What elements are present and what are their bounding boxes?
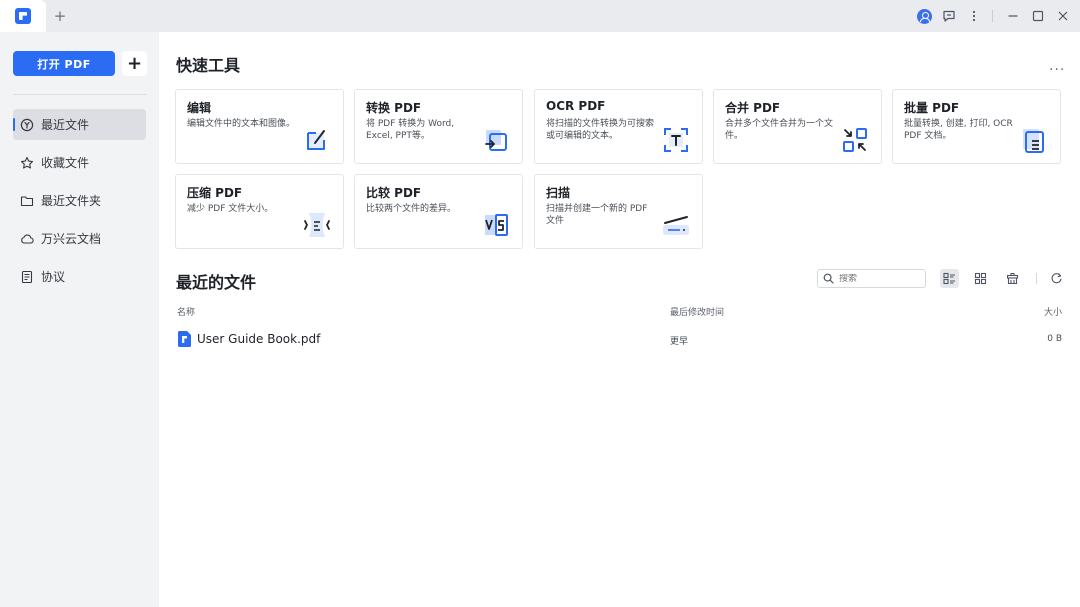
refresh-button[interactable] [1047, 269, 1066, 288]
sidebar-item-label: 协议 [41, 270, 66, 284]
card-title: 扫描 [546, 186, 571, 200]
convert-icon [485, 130, 507, 151]
app-logo-icon [15, 8, 31, 24]
column-header-size[interactable]: 大小 [1044, 305, 1062, 318]
search-icon [823, 273, 834, 284]
card-title: 批量 PDF [904, 101, 960, 115]
sidebar-item-label: 最近文件 [41, 118, 90, 132]
card-description: 批量转换, 创建, 打印, OCR PDF 文档。 [904, 119, 1013, 141]
compare-icon [485, 214, 508, 236]
card-description: 将扫描的文件转换为可搜索或可编辑的文本。 [546, 119, 655, 141]
more-vertical-icon[interactable] [966, 8, 982, 24]
sidebar-item-recent-files[interactable]: 最近文件 [13, 109, 146, 140]
card-description: 减少 PDF 文件大小。 [187, 204, 274, 214]
compress-icon [304, 213, 330, 237]
feedback-icon[interactable] [941, 8, 957, 24]
toolbar-divider [1036, 273, 1037, 284]
search-box[interactable] [817, 269, 926, 288]
card-title: 比较 PDF [366, 186, 422, 200]
sidebar: 打开 PDF + 最近文件 收藏文件 最近文件夹 万兴云文档 协议 [0, 32, 159, 607]
document-icon [20, 270, 34, 284]
cloud-icon [20, 232, 34, 246]
titlebar-divider [992, 10, 993, 22]
maximize-icon[interactable] [1030, 8, 1046, 24]
tool-card-merge[interactable]: 合并 PDF 合并多个文件合并为一个文件。 [713, 89, 882, 164]
tool-card-edit[interactable]: 编辑 编辑文件中的文本和图像。 [175, 89, 344, 164]
title-bar: + [0, 0, 1080, 32]
tool-card-compress[interactable]: 压缩 PDF 减少 PDF 文件大小。 [175, 174, 344, 249]
new-tab-button[interactable]: + [52, 6, 68, 26]
card-description: 合并多个文件合并为一个文件。 [725, 119, 834, 141]
close-icon[interactable] [1055, 8, 1071, 24]
sidebar-item-label: 万兴云文档 [41, 232, 102, 246]
quick-tools-title: 快速工具 [176, 56, 241, 75]
grid-view-button[interactable] [971, 269, 990, 288]
pdf-file-icon [178, 331, 191, 347]
add-button[interactable]: + [122, 51, 147, 76]
open-pdf-button[interactable]: 打开 PDF [13, 51, 115, 76]
card-title: OCR PDF [546, 99, 606, 113]
file-size: 0 B [1047, 334, 1062, 344]
sidebar-item-cloud-docs[interactable]: 万兴云文档 [13, 223, 146, 254]
tool-card-scan[interactable]: 扫描 扫描并创建一个新的 PDF 文件 [534, 174, 703, 249]
card-title: 合并 PDF [725, 101, 781, 115]
tool-card-convert[interactable]: 转换 PDF 将 PDF 转换为 Word, Excel, PPT等。 [354, 89, 523, 164]
grid-view-icon [974, 272, 987, 285]
star-icon [20, 156, 34, 170]
search-input[interactable] [839, 273, 919, 284]
clear-history-button[interactable] [1003, 269, 1022, 288]
list-view-icon [943, 272, 955, 285]
list-view-button[interactable] [940, 269, 959, 288]
tool-card-batch[interactable]: 批量 PDF 批量转换, 创建, 打印, OCR PDF 文档。 [892, 89, 1061, 164]
card-description: 编辑文件中的文本和图像。 [187, 119, 296, 129]
folder-icon [20, 194, 34, 208]
user-avatar-icon[interactable] [916, 8, 932, 24]
sidebar-item-favorites[interactable]: 收藏文件 [13, 147, 146, 178]
sidebar-item-agreement[interactable]: 协议 [13, 261, 146, 292]
trash-icon [1006, 272, 1019, 285]
clock-icon [20, 118, 34, 132]
card-title: 编辑 [187, 101, 212, 115]
file-modified: 更早 [670, 337, 689, 347]
batch-icon [1023, 129, 1044, 153]
minimize-icon[interactable] [1005, 8, 1021, 24]
file-name: User Guide Book.pdf [197, 332, 321, 346]
ocr-icon [664, 128, 688, 152]
card-description: 比较两个文件的差异。 [366, 204, 457, 214]
card-title: 压缩 PDF [187, 186, 243, 200]
sidebar-divider [13, 94, 147, 95]
home-tab[interactable] [0, 0, 46, 32]
sidebar-item-recent-folders[interactable]: 最近文件夹 [13, 185, 146, 216]
card-title: 转换 PDF [366, 101, 422, 115]
sidebar-item-label: 最近文件夹 [41, 194, 102, 208]
tool-card-compare[interactable]: 比较 PDF 比较两个文件的差异。 [354, 174, 523, 249]
scan-icon [663, 216, 689, 235]
column-header-modified[interactable]: 最后修改时间 [670, 305, 724, 318]
more-options-button[interactable]: ... [1049, 58, 1065, 74]
sidebar-item-label: 收藏文件 [41, 156, 90, 170]
recent-files-title: 最近的文件 [176, 273, 257, 292]
tool-card-ocr[interactable]: OCR PDF 将扫描的文件转换为可搜索或可编辑的文本。 [534, 89, 703, 164]
card-description: 将 PDF 转换为 Word, Excel, PPT等。 [366, 119, 455, 141]
table-row[interactable]: User Guide Book.pdf 更早 0 B [176, 329, 1064, 349]
edit-icon [307, 130, 325, 150]
column-header-name[interactable]: 名称 [177, 305, 195, 318]
refresh-icon [1051, 273, 1062, 284]
merge-icon [843, 128, 867, 152]
card-description: 扫描并创建一个新的 PDF 文件 [546, 204, 648, 226]
